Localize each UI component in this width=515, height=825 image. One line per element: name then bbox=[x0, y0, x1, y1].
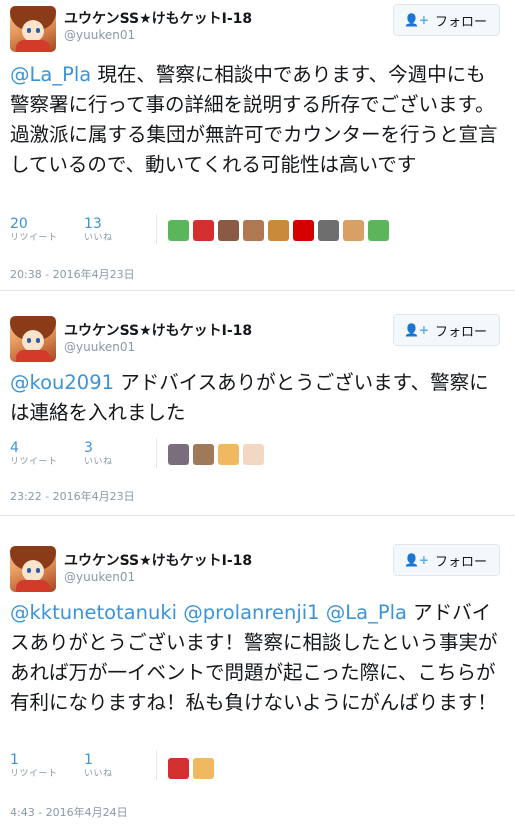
retweet-count[interactable]: 20 リツイート bbox=[10, 216, 58, 244]
liker-avatars bbox=[168, 444, 264, 465]
liker-avatar[interactable] bbox=[243, 444, 264, 465]
mention-link[interactable]: @La_Pla bbox=[326, 601, 407, 624]
tweet-3: ユウケンSS★けもケットI-18 @yuuken01 👤+ フォロー @kktu… bbox=[0, 540, 515, 825]
follow-button[interactable]: 👤+ フォロー bbox=[392, 314, 500, 346]
liker-avatar[interactable] bbox=[193, 444, 214, 465]
author-handle[interactable]: @yuuken01 bbox=[64, 28, 135, 42]
liker-avatar[interactable] bbox=[168, 758, 189, 779]
liker-avatar[interactable] bbox=[268, 220, 289, 241]
retweet-count[interactable]: 4 リツイート bbox=[10, 440, 58, 468]
follow-button[interactable]: 👤+ フォロー bbox=[392, 4, 500, 36]
author-name[interactable]: ユウケンSS★けもケットI-18 bbox=[64, 320, 252, 340]
author-handle[interactable]: @yuuken01 bbox=[64, 340, 135, 354]
like-count[interactable]: 3 いいね bbox=[84, 440, 113, 468]
tweet-2: ユウケンSS★けもケットI-18 @yuuken01 👤+ フォロー @kou2… bbox=[0, 310, 515, 510]
liker-avatar[interactable] bbox=[218, 444, 239, 465]
like-count[interactable]: 1 いいね bbox=[84, 752, 113, 780]
retweet-count[interactable]: 1 リツイート bbox=[10, 752, 58, 780]
liker-avatar[interactable] bbox=[293, 220, 314, 241]
tweet-date[interactable]: 20:38 - 2016年4月23日 bbox=[10, 266, 135, 282]
divider bbox=[0, 290, 515, 291]
tweet-1: ユウケンSS★けもケットI-18 @yuuken01 👤+ フォロー @La_P… bbox=[0, 0, 515, 290]
avatar[interactable] bbox=[10, 316, 56, 362]
author-name[interactable]: ユウケンSS★けもケットI-18 bbox=[64, 8, 252, 28]
liker-avatar[interactable] bbox=[218, 220, 239, 241]
liker-avatars bbox=[168, 220, 389, 241]
liker-avatar[interactable] bbox=[168, 444, 189, 465]
follow-label: フォロー bbox=[434, 14, 487, 30]
follow-button[interactable]: 👤+ フォロー bbox=[392, 544, 500, 576]
tweet-text: @kktunetotanuki @prolanrenji1 @La_Pla アド… bbox=[10, 598, 505, 718]
divider bbox=[0, 515, 515, 516]
liker-avatars bbox=[168, 758, 214, 779]
add-user-icon: 👤+ bbox=[403, 553, 429, 567]
follow-label: フォロー bbox=[434, 554, 487, 570]
liker-avatar[interactable] bbox=[243, 220, 264, 241]
mention-link[interactable]: @kou2091 bbox=[10, 371, 114, 394]
mention-link[interactable]: @prolanrenji1 bbox=[183, 601, 319, 624]
follow-label: フォロー bbox=[434, 324, 487, 340]
liker-avatar[interactable] bbox=[193, 758, 214, 779]
avatar[interactable] bbox=[10, 6, 56, 52]
like-count[interactable]: 13 いいね bbox=[84, 216, 113, 244]
liker-avatar[interactable] bbox=[318, 220, 339, 241]
liker-avatar[interactable] bbox=[193, 220, 214, 241]
liker-avatar[interactable] bbox=[343, 220, 364, 241]
mention-link[interactable]: @kktunetotanuki bbox=[10, 601, 177, 624]
stats-divider bbox=[156, 438, 157, 468]
tweet-text: @La_Pla 現在、警察に相談中であります、今週中にも警察署に行って事の詳細を… bbox=[10, 60, 505, 180]
tweet-date[interactable]: 4:43 - 2016年4月24日 bbox=[10, 804, 128, 820]
liker-avatar[interactable] bbox=[168, 220, 189, 241]
tweet-date[interactable]: 23:22 - 2016年4月23日 bbox=[10, 488, 135, 504]
liker-avatar[interactable] bbox=[368, 220, 389, 241]
mention-link[interactable]: @La_Pla bbox=[10, 63, 91, 86]
stats-divider bbox=[156, 750, 157, 780]
avatar[interactable] bbox=[10, 546, 56, 592]
add-user-icon: 👤+ bbox=[403, 323, 429, 337]
author-handle[interactable]: @yuuken01 bbox=[64, 570, 135, 584]
tweet-text: @kou2091 アドバイスありがとうございます、警察には連絡を入れました bbox=[10, 368, 505, 428]
add-user-icon: 👤+ bbox=[403, 13, 429, 27]
author-name[interactable]: ユウケンSS★けもケットI-18 bbox=[64, 550, 252, 570]
stats-divider bbox=[156, 214, 157, 244]
